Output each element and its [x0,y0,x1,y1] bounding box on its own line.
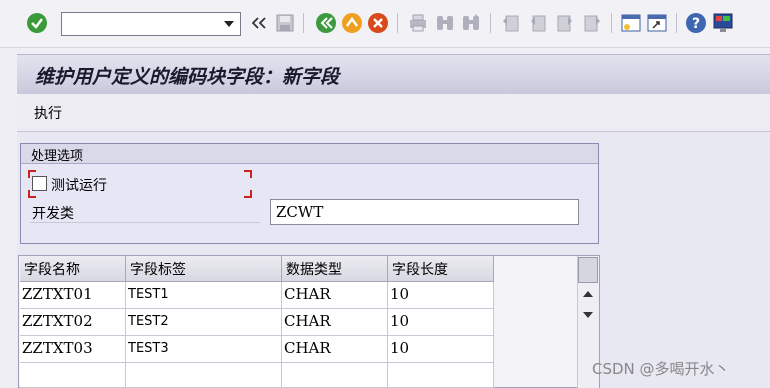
test-run-checkbox[interactable] [32,176,47,191]
dev-class-label: 开发类 [32,206,74,222]
double-chevron-left-icon[interactable] [248,12,270,34]
scroll-up-icon[interactable] [583,291,593,297]
required-corner-mark [28,190,36,198]
column-header-field-length[interactable]: 字段长度 [388,256,494,282]
column-header-field-name[interactable]: 字段名称 [20,256,126,282]
customize-layout-icon[interactable] [712,12,734,34]
help-icon[interactable]: ? [685,12,707,34]
save-icon[interactable] [274,12,296,34]
required-corner-mark [244,190,252,198]
svg-text:?: ? [692,16,700,32]
next-page-icon[interactable] [554,12,576,34]
required-corner-mark [244,170,252,178]
table-cell-field-length[interactable]: 10 [388,282,494,309]
first-page-icon[interactable] [500,12,522,34]
command-field[interactable] [61,12,241,36]
table-cell-empty[interactable] [20,363,126,388]
scroll-down-icon[interactable] [583,312,593,318]
table-cell-field-label[interactable]: TEST1 [126,282,282,309]
dev-class-input[interactable]: ZCWT [270,199,579,225]
column-header-data-type[interactable]: 数据类型 [282,256,388,282]
execute-button[interactable]: 执行 [34,103,62,123]
table-cell-data-type[interactable]: CHAR [282,309,388,336]
table-cell-field-name[interactable]: ZZTXT01 [20,282,126,309]
find-next-icon[interactable] [460,12,482,34]
table-cell-data-type[interactable]: CHAR [282,336,388,363]
table-cell-field-label[interactable]: TEST2 [126,309,282,336]
new-session-icon[interactable] [620,12,642,34]
previous-page-icon[interactable] [527,12,549,34]
command-input[interactable] [66,14,216,34]
table-cell-field-label[interactable]: TEST3 [126,336,282,363]
system-toolbar: ? [0,0,770,48]
table-cell-empty[interactable] [126,363,282,388]
table-cell-field-length[interactable]: 10 [388,336,494,363]
find-icon[interactable] [434,12,456,34]
screen-title-bar: 维护用户定义的编码块字段：新字段 [17,54,770,94]
chevron-down-icon[interactable] [220,15,238,33]
frame-title: 处理选项 [21,144,598,164]
back-icon[interactable] [315,12,337,34]
cancel-icon[interactable] [367,12,389,34]
table-cell-data-type[interactable]: CHAR [282,282,388,309]
table-cell-field-name[interactable]: ZZTXT02 [20,309,126,336]
page-title: 维护用户定义的编码块字段：新字段 [35,66,340,88]
last-page-icon[interactable] [581,12,603,34]
shortcut-icon[interactable] [646,12,668,34]
table-cell-empty[interactable] [282,363,388,388]
table-cell-field-length[interactable]: 10 [388,309,494,336]
table-cell-field-name[interactable]: ZZTXT03 [20,336,126,363]
scrollbar-thumb[interactable] [578,257,598,283]
exit-icon[interactable] [341,12,363,34]
enter-icon[interactable] [26,12,48,34]
column-header-field-label[interactable]: 字段标签 [126,256,282,282]
test-run-label: 测试运行 [51,178,107,194]
application-toolbar: 执行 [17,94,770,132]
table-cell-empty[interactable] [388,363,494,388]
watermark: CSDN @多喝开水丶 [592,360,730,378]
label-underline [30,222,260,223]
print-icon[interactable] [407,12,429,34]
